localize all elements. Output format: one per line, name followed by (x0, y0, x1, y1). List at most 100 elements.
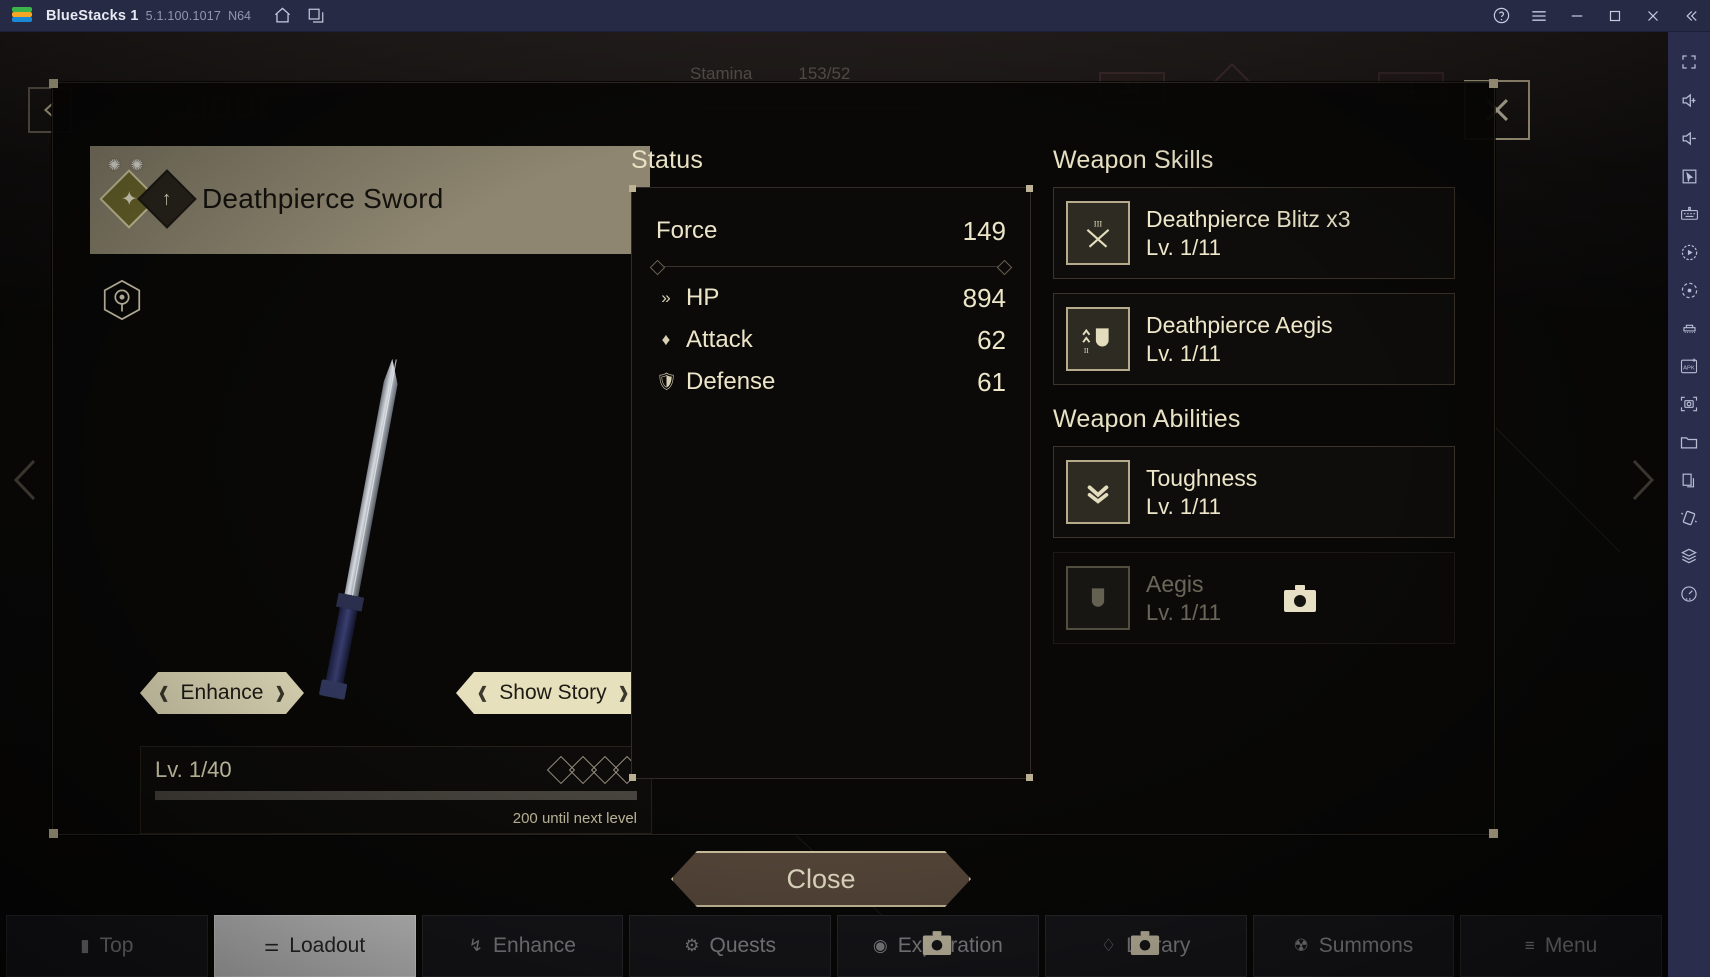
minimize-icon[interactable] (1558, 0, 1596, 32)
svg-text:II: II (1084, 346, 1089, 355)
stat-row-attack: ♦ Attack 62 (656, 319, 1006, 361)
install-apk-icon[interactable]: APK (1672, 348, 1706, 384)
nav-tab-menu[interactable]: ≡ Menu (1460, 915, 1662, 977)
media-folder-icon[interactable] (1672, 424, 1706, 460)
nav-tab-top[interactable]: ▮ Top (6, 915, 208, 977)
copy-to-icon[interactable] (1672, 462, 1706, 498)
macro-record-icon[interactable] (1672, 234, 1706, 270)
maximize-icon[interactable] (1596, 0, 1634, 32)
defense-shield-icon: 🛡 (656, 372, 678, 391)
fullscreen-icon[interactable] (1672, 44, 1706, 80)
library-icon: ♢ (1100, 936, 1117, 955)
next-page-arrow-icon[interactable] (1624, 457, 1660, 508)
enhance-button[interactable]: ❰ Enhance ❱ (140, 672, 304, 714)
app-version: 5.1.100.1017 (145, 8, 222, 23)
weapon-ability-aegis-locked-text: Aegis Lv. 1/11 (1146, 571, 1221, 626)
window-controls (1482, 0, 1710, 32)
weapon-ability-toughness-name: Toughness (1146, 464, 1258, 491)
nav-tab-enhance[interactable]: ↯ Enhance (421, 915, 624, 977)
volume-down-icon[interactable] (1672, 120, 1706, 156)
chevron-left-icon: ❰ (475, 685, 490, 702)
cursor-pointer-icon[interactable] (1672, 158, 1706, 194)
weapon-level-text: Lv. 1/40 (155, 757, 232, 782)
double-chevron-down-icon (1066, 460, 1130, 524)
weapon-skill-aegis-name: Deathpierce Aegis (1146, 311, 1333, 338)
multi-instance-icon[interactable] (299, 0, 333, 32)
weapon-ability-toughness-level: Lv. 1/11 (1146, 493, 1222, 519)
weapon-ability-aegis-locked-name: Aegis (1146, 570, 1204, 597)
rotate-icon[interactable] (1672, 272, 1706, 308)
status-corner-br (1026, 774, 1033, 781)
show-story-button[interactable]: ❰ Show Story ❱ (456, 672, 650, 714)
chevron-right-icon: ❱ (616, 685, 631, 702)
nav-tab-quests-label: Quests (709, 934, 777, 957)
weapon-skill-card-blitz[interactable]: III Deathpierce Blitz x3 Lv. 1/11 (1053, 187, 1455, 279)
level-header-row: Lv. 1/40 (155, 755, 642, 785)
stamina-value: 153/52 (798, 64, 851, 83)
chevron-left-icon: ❰ (157, 685, 171, 702)
home-icon[interactable] (265, 0, 299, 32)
next-level-note: 200 until next level (512, 810, 637, 827)
star-icon: ✺ (108, 157, 121, 174)
bottom-navigation: ▮ Top ⚌ Loadout ↯ Enhance ⚙ Quests ◉ Exp… (0, 909, 1668, 977)
prev-page-arrow-icon[interactable] (8, 457, 44, 508)
screenshot-camera-icon (922, 930, 952, 957)
close-button-label: Close (786, 863, 856, 894)
hamburger-menu-icon[interactable] (1520, 0, 1558, 32)
nav-tab-summons-label: Summons (1318, 934, 1414, 957)
bluestacks-logo-icon (12, 6, 34, 25)
exploration-icon: ◉ (872, 936, 888, 955)
help-icon[interactable] (1482, 0, 1520, 32)
status-divider (656, 266, 1006, 267)
screenshot-icon[interactable] (1672, 386, 1706, 422)
weapon-skill-blitz-name: Deathpierce Blitz x3 (1146, 205, 1351, 232)
stamina-label: Stamina (690, 64, 753, 83)
close-icon[interactable] (1634, 0, 1672, 32)
gamepad-icon[interactable] (1672, 310, 1706, 346)
app-instance-name: N64 (228, 8, 251, 23)
shake-icon[interactable] (1672, 500, 1706, 536)
hp-chevrons-icon: » (661, 288, 671, 307)
bluestacks-sidebar: APK (1668, 32, 1710, 977)
loadout-icon: ⚌ (264, 936, 280, 955)
close-button[interactable]: Close (671, 851, 971, 907)
weapon-level-panel: Lv. 1/40 200 until next level (140, 746, 652, 834)
stat-row-defense: 🛡 Defense 61 (656, 361, 1006, 403)
status-box: Force 149 » HP 894 ♦ Attack 62 🛡 Defense… (629, 185, 1033, 781)
svg-text:III: III (1094, 219, 1103, 229)
game-viewport: Stamina 153/52 32 1 Loadout Parameters G… (0, 32, 1668, 977)
skills-column: Weapon Skills III Deathpierce Blitz x3 L… (1053, 146, 1463, 658)
weapon-ability-card-toughness[interactable]: Toughness Lv. 1/11 (1053, 446, 1455, 538)
nav-tab-summons[interactable]: ☢ Summons (1252, 915, 1455, 977)
crossed-swords-icon: III (1066, 201, 1130, 265)
nav-tab-quests[interactable]: ⚙ Quests (629, 915, 831, 977)
weapon-skill-card-aegis[interactable]: II Deathpierce Aegis Lv. 1/11 (1053, 293, 1455, 385)
summons-icon: ☢ (1293, 936, 1309, 955)
modal-corner-tr (1489, 79, 1498, 88)
status-corner-tr (1026, 185, 1033, 192)
stamina-display: Stamina 153/52 (690, 64, 850, 84)
modal-corner-br (1489, 829, 1498, 838)
multi-instance-manager-icon[interactable] (1672, 538, 1706, 574)
weapon-ability-toughness-text: Toughness Lv. 1/11 (1146, 465, 1257, 520)
status-title: Status (631, 146, 704, 174)
nav-tab-loadout[interactable]: ⚌ Loadout (213, 915, 416, 977)
nav-tab-exploration[interactable]: ◉ Exploration (837, 915, 1039, 977)
weapon-ability-card-aegis-locked[interactable]: Aegis Lv. 1/11 (1053, 552, 1455, 644)
performance-icon[interactable] (1672, 576, 1706, 612)
collapse-sidebar-icon[interactable] (1672, 0, 1710, 32)
attack-label-group: ♦ Attack (656, 326, 753, 354)
screenshot-camera-icon (1130, 930, 1160, 957)
weapon-skill-aegis-level: Lv. 1/11 (1146, 340, 1222, 366)
quests-icon: ⚙ (684, 936, 700, 955)
keyboard-controls-icon[interactable] (1672, 196, 1706, 232)
screenshot-camera-icon (1283, 584, 1317, 614)
nav-tab-library[interactable]: ♢ Library (1044, 915, 1247, 977)
volume-up-icon[interactable] (1672, 82, 1706, 118)
menu-icon: ≡ (1524, 936, 1535, 955)
weapon-skills-title: Weapon Skills (1053, 146, 1214, 174)
defense-value: 61 (977, 366, 1006, 397)
weapon-skill-blitz-text: Deathpierce Blitz x3 Lv. 1/11 (1146, 206, 1351, 261)
svg-text:APK: APK (1683, 365, 1695, 371)
attack-label: Attack (686, 326, 753, 353)
